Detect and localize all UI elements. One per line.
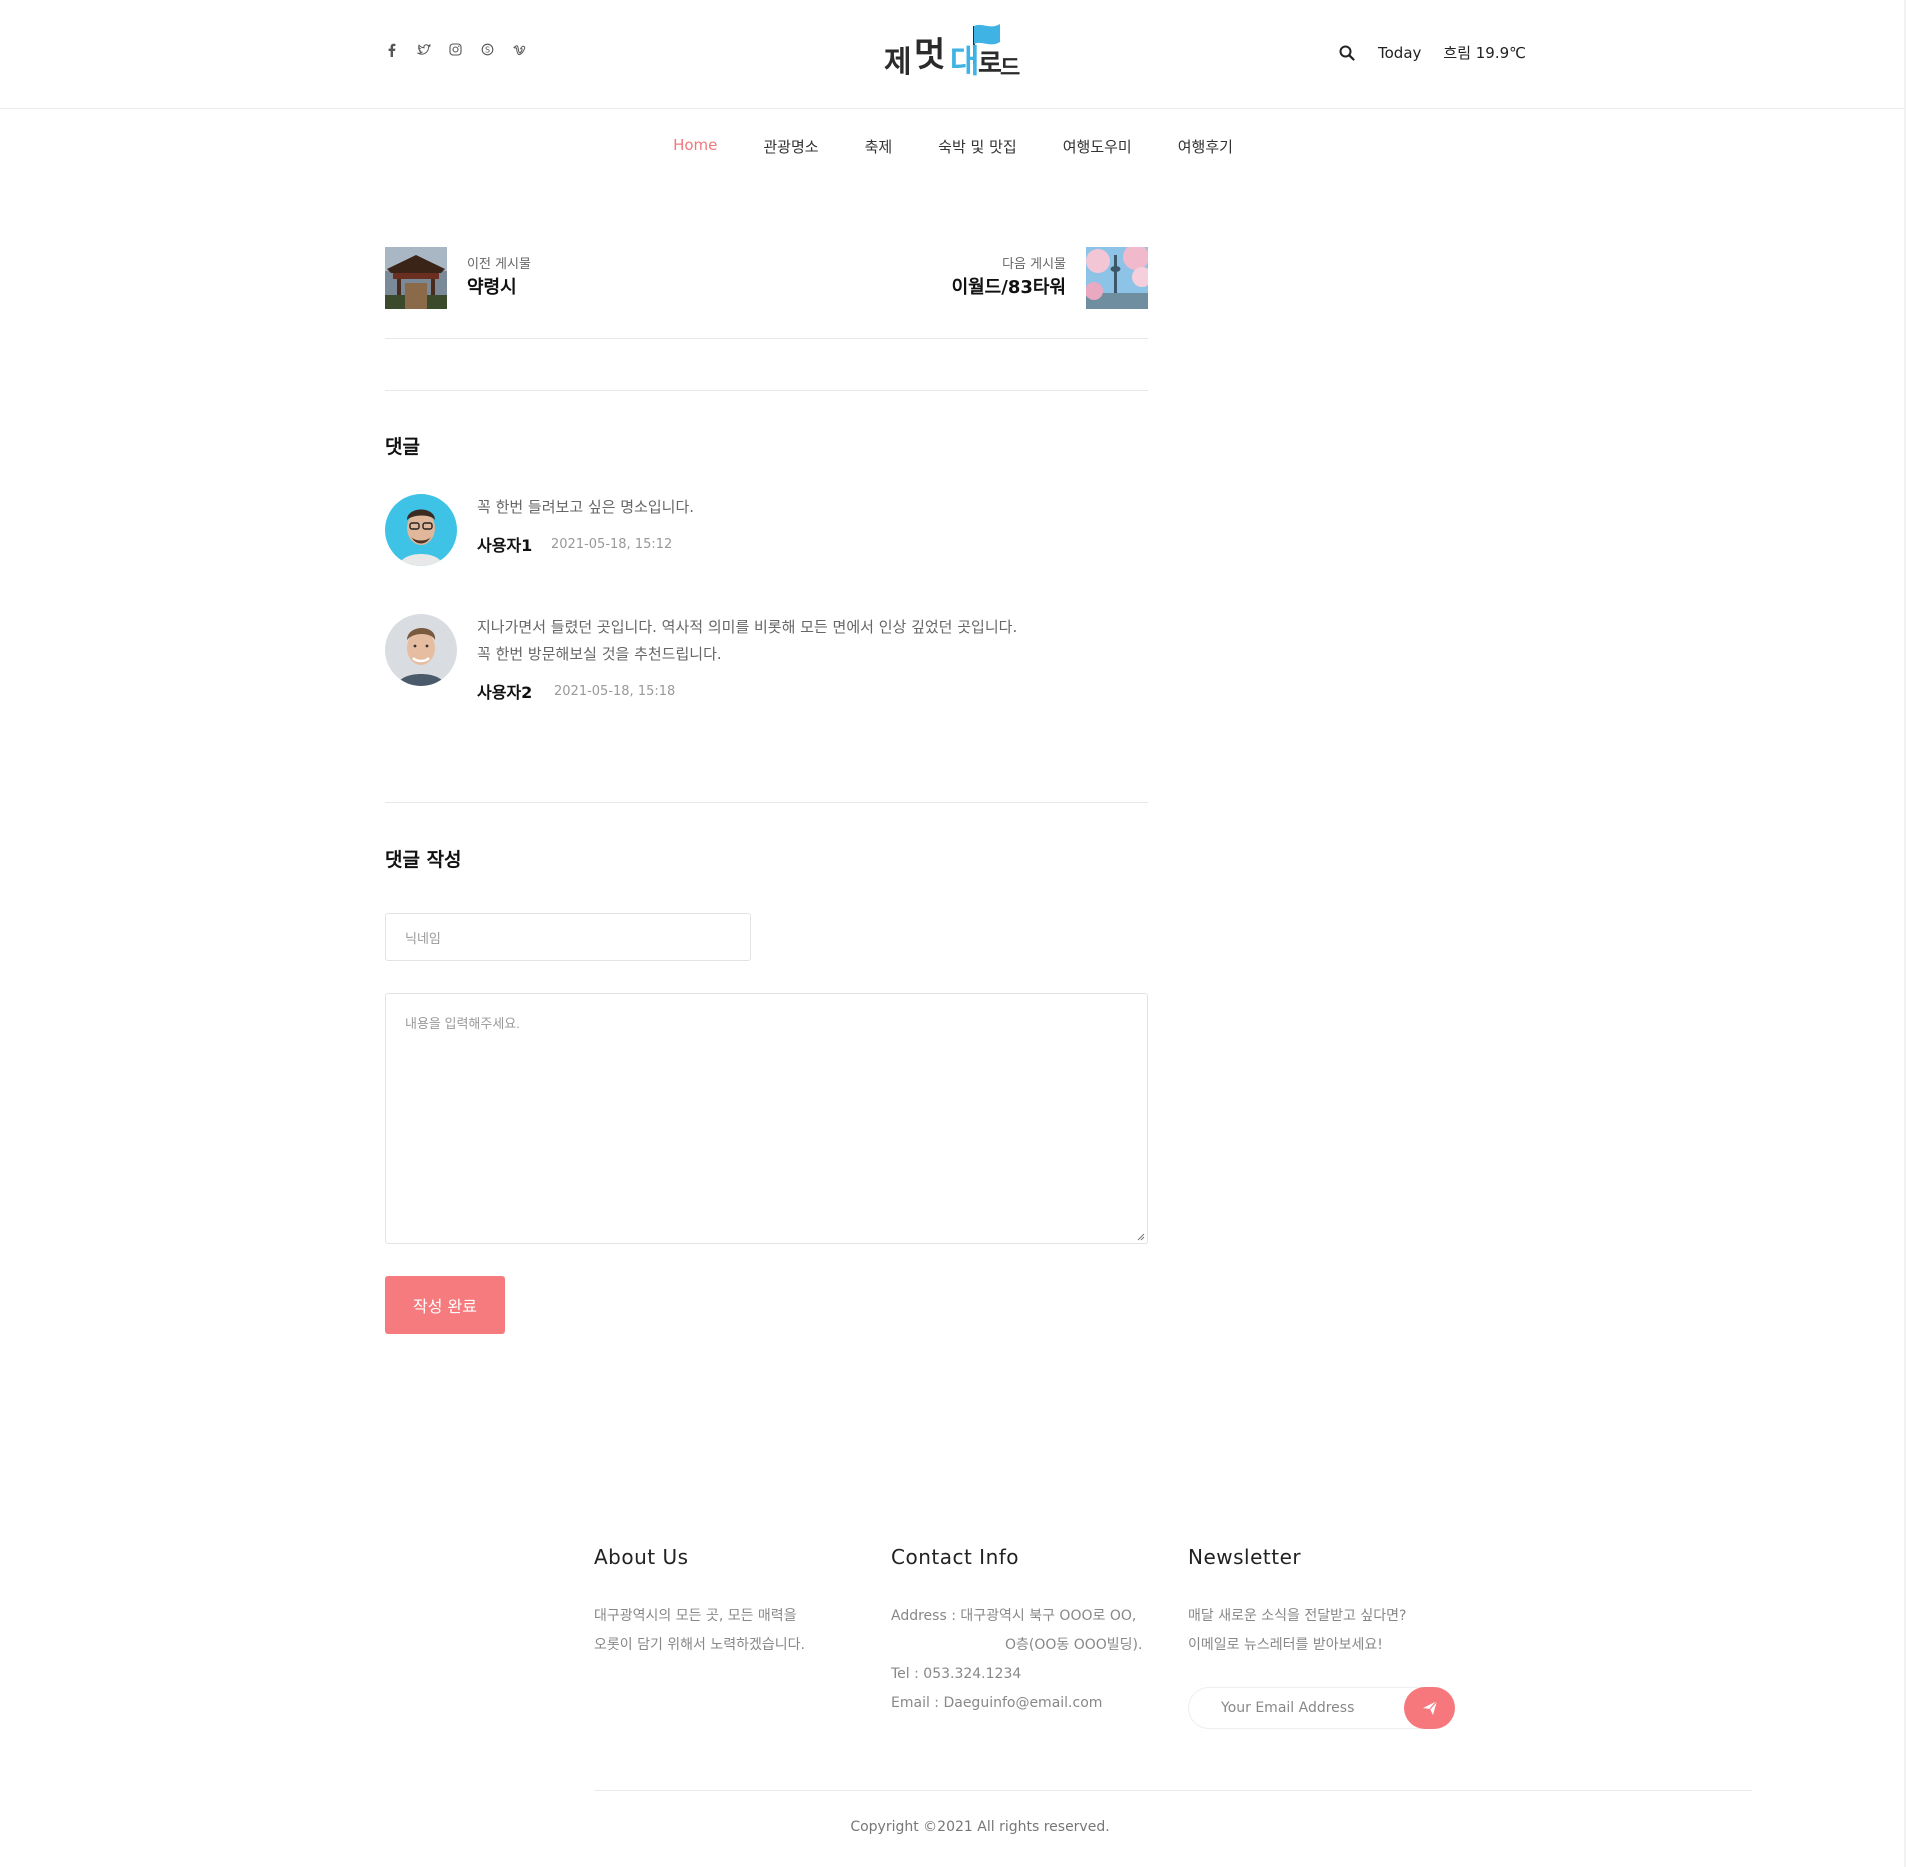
svg-text:S: S <box>485 45 490 54</box>
prev-post-label: 이전 게시물 <box>467 257 531 272</box>
header-divider <box>0 108 1906 109</box>
content-placeholder: 내용을 입력해주세요. <box>405 1016 520 1031</box>
twitter-icon[interactable] <box>416 42 431 57</box>
header-utilities: Today 흐림 19.9℃ <box>1338 42 1526 63</box>
footer-about-line2: 오롯이 담기 위해서 노력하겠습니다. <box>594 1637 805 1653</box>
svg-text:멋: 멋 <box>914 35 945 75</box>
comment-author: 사용자2 <box>477 683 533 702</box>
svg-text:대: 대 <box>950 42 979 80</box>
comment-author: 사용자1 <box>477 536 533 555</box>
vimeo-icon[interactable] <box>512 42 527 57</box>
newsletter-line1: 매달 새로운 소식을 전달받고 싶다면? <box>1188 1608 1407 1624</box>
footer-address-line1: Address : 대구광역시 북구 OOO로 OO, <box>891 1608 1137 1624</box>
comments-title: 댓글 <box>385 436 420 458</box>
newsletter-submit-button[interactable] <box>1404 1687 1455 1729</box>
nav-item-stay-food[interactable]: 숙박 및 맛집 <box>915 136 1040 157</box>
svg-text:드: 드 <box>1000 56 1020 81</box>
skype-icon[interactable]: S <box>480 42 495 57</box>
social-links: S <box>384 42 527 57</box>
newsletter-line2: 이메일로 뉴스레터를 받아보세요! <box>1188 1637 1383 1653</box>
today-label: Today <box>1378 43 1422 62</box>
footer-newsletter-title: Newsletter <box>1188 1545 1302 1569</box>
footer-address-line2: O층(OO동 OOO빌딩). <box>1005 1637 1143 1653</box>
paper-plane-icon <box>1422 1700 1437 1715</box>
comment-text-line2: 꼭 한번 방문해보실 것을 추천드립니다. <box>477 645 722 663</box>
footer-about-title: About Us <box>594 1545 689 1569</box>
logo-mark: 제 멋 대 로 드 <box>884 24 1020 81</box>
post-navigation: 이전 게시물 약령시 다음 게시물 이월드/83타워 <box>385 244 1152 309</box>
copyright-text: Copyright ©2021 All rights reserved. <box>850 1819 1110 1835</box>
resize-handle-icon[interactable] <box>1137 1233 1145 1241</box>
weather-text: 흐림 19.9℃ <box>1443 44 1527 62</box>
avatar <box>385 494 457 566</box>
footer-about-line1: 대구광역시의 모든 곳, 모든 매력을 <box>594 1608 797 1624</box>
svg-text:로: 로 <box>978 49 1002 79</box>
submit-comment-button[interactable]: 작성 완료 <box>385 1276 505 1334</box>
comment-date: 2021-05-18, 15:18 <box>554 684 676 699</box>
post-nav-divider <box>385 338 1148 339</box>
footer-divider <box>594 1790 1752 1791</box>
avatar <box>385 614 457 686</box>
nickname-input[interactable]: 닉네임 <box>385 913 751 961</box>
comments-divider <box>385 802 1148 803</box>
nav-item-festivals[interactable]: 축제 <box>842 136 916 157</box>
prev-post-title[interactable]: 약령시 <box>467 273 517 299</box>
site-logo[interactable]: 제 멋 대 로 드 <box>882 20 1022 84</box>
next-post-title[interactable]: 이월드/83타워 <box>952 273 1066 299</box>
next-post-thumbnail[interactable] <box>1085 244 1152 309</box>
nav-item-attractions[interactable]: 관광명소 <box>740 136 841 157</box>
nav-item-travel-helper[interactable]: 여행도우미 <box>1040 136 1155 157</box>
section-divider <box>385 390 1148 391</box>
footer-email[interactable]: Email : Daeguinfo@email.com <box>891 1689 1102 1718</box>
comment-date: 2021-05-18, 15:12 <box>551 537 673 552</box>
prev-post-thumbnail[interactable] <box>385 247 447 309</box>
svg-text:제: 제 <box>884 45 912 80</box>
instagram-icon[interactable] <box>448 42 463 57</box>
comment-content-textarea[interactable]: 내용을 입력해주세요. <box>385 993 1148 1244</box>
footer-tel: Tel : 053.324.1234 <box>891 1666 1022 1682</box>
main-nav: Home 관광명소 축제 숙박 및 맛집 여행도우미 여행후기 <box>0 136 1906 157</box>
nav-item-reviews[interactable]: 여행후기 <box>1155 136 1256 157</box>
comment-text: 지나가면서 들렸던 곳입니다. 역사적 의미를 비롯해 모든 면에서 인상 깊었… <box>477 618 1018 636</box>
email-placeholder: Your Email Address <box>1221 1700 1355 1716</box>
facebook-icon[interactable] <box>384 42 399 57</box>
footer-contact-title: Contact Info <box>891 1545 1020 1569</box>
next-post-label: 다음 게시물 <box>1002 257 1066 272</box>
nav-item-home[interactable]: Home <box>650 136 740 157</box>
comment-text: 꼭 한번 들려보고 싶은 명소입니다. <box>477 498 695 516</box>
search-icon[interactable] <box>1338 44 1356 62</box>
comment-form-title: 댓글 작성 <box>385 849 462 871</box>
nickname-placeholder: 닉네임 <box>405 930 441 946</box>
